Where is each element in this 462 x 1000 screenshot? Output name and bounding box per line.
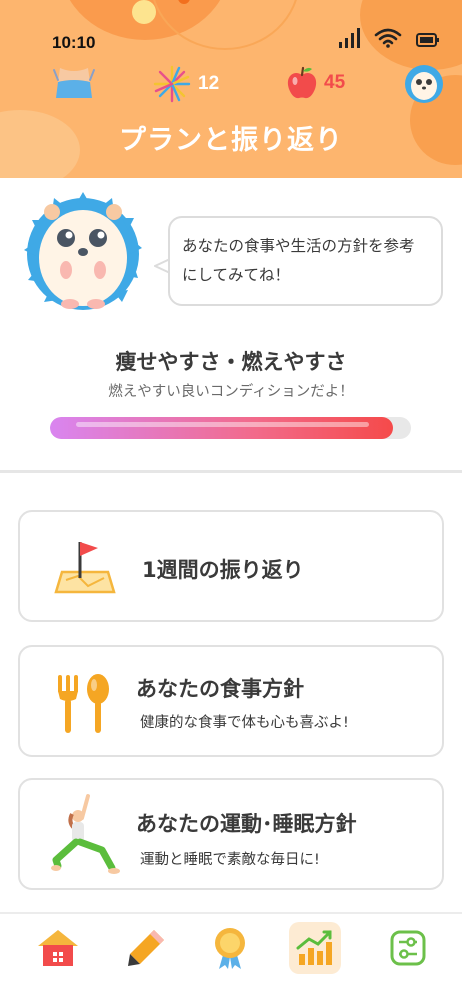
apples-stat[interactable]: 45 [286,66,345,100]
fireworks-icon [153,65,191,103]
card-subtitle: 運動と睡眠で素敵な毎日に! [140,852,320,868]
decor-dot [132,0,156,24]
settings-icon [390,930,426,966]
condition-progress-bar [50,417,411,439]
header: 10:10 12 45 プランと振り返り [0,0,462,178]
fireworks-stat[interactable]: 12 [152,64,219,104]
hedgehog-avatar-icon [405,65,443,103]
avatar[interactable] [404,64,444,104]
status-time: 10:10 [52,33,96,52]
nav-settings[interactable] [382,922,434,974]
decor-ring [150,0,300,50]
hedgehog-mascot-icon [24,192,142,310]
body-icon [53,68,95,98]
chart-icon [296,930,332,965]
exercise-sleep-policy-card[interactable]: あなたの運動･睡眠方針 運動と睡眠で素敵な毎日に! [18,778,444,890]
map-flag-icon [54,542,116,594]
nav-achievements[interactable] [204,922,256,974]
progress-shine [76,422,369,427]
condition-subtitle: 燃えやすい良いコンディションだよ！ [108,384,354,400]
condition-progress-fill [50,417,393,439]
card-title: あなたの運動･睡眠方針 [136,812,357,836]
diet-policy-card[interactable]: あなたの食事方針 健康的な食事で体も心も喜ぶよ! [18,645,444,757]
bottom-nav [0,914,462,1000]
weekly-review-card[interactable]: 1週間の振り返り [18,510,444,622]
apples-count: 45 [324,72,346,93]
wifi-icon [374,28,402,48]
home-icon [38,930,78,966]
signal-icon [339,28,360,48]
card-title: 1週間の振り返り [142,558,304,582]
card-title: あなたの食事方針 [136,677,304,701]
stats-row: 12 45 [0,62,462,106]
pencil-icon [128,930,164,966]
yoga-pose-icon [51,794,120,874]
status-icons [338,28,440,48]
nav-record[interactable] [120,922,172,974]
body-stat[interactable] [50,66,98,100]
page-title: プランと振り返り [119,125,343,156]
mascot-message: あなたの食事や生活の方針を参考にしてみてね！ [182,237,415,284]
medal-icon [215,928,245,969]
nav-home[interactable] [32,922,84,974]
condition-title: 痩せやすさ・燃えやすさ [115,350,347,374]
apple-icon [287,66,317,99]
section-divider [0,470,462,473]
fork-spoon-icon [58,674,109,733]
battery-icon [416,33,439,47]
fireworks-count: 12 [198,73,220,94]
card-subtitle: 健康的な食事で体も心も喜ぶよ! [140,715,349,731]
speech-bubble: あなたの食事や生活の方針を参考にしてみてね！ [168,216,443,306]
nav-plan-review[interactable] [289,922,341,974]
